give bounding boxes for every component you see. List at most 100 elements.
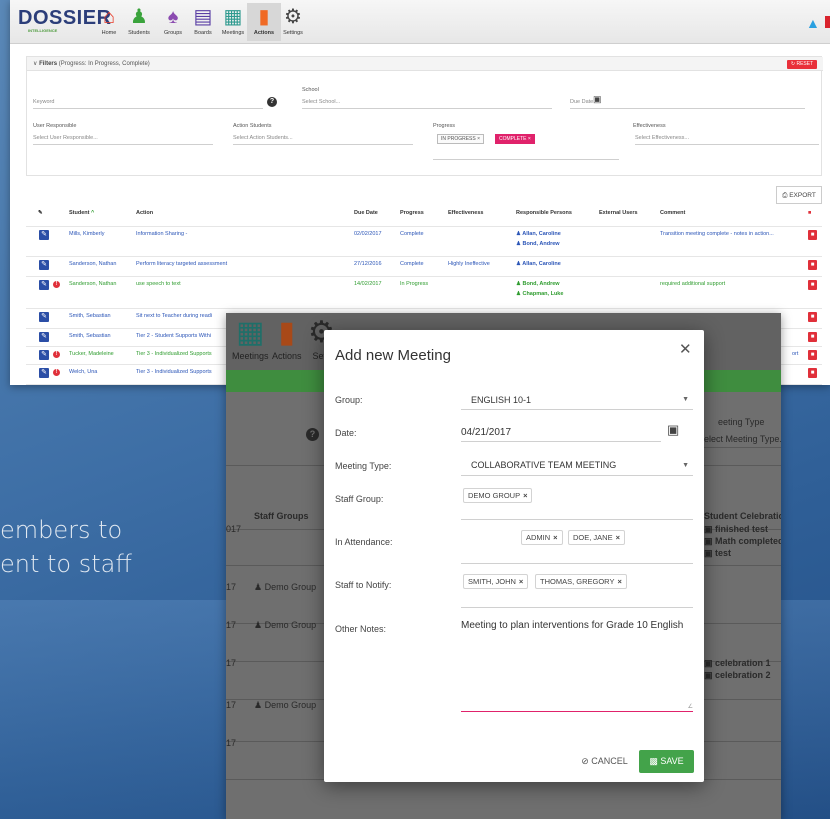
nav-groups[interactable]: ♠ Groups: [156, 6, 190, 36]
school-select[interactable]: Select School...: [302, 97, 552, 109]
bell-icon[interactable]: ▲: [806, 15, 820, 31]
notify-chip-thomas[interactable]: THOMAS, GREGORY ×: [535, 574, 627, 589]
user-responsible-select[interactable]: Select User Responsible...: [33, 133, 213, 145]
meeting-row-date: 17: [226, 658, 237, 668]
nav-students[interactable]: ♟ Students: [122, 6, 156, 36]
row-student[interactable]: Sanderson, Nathan: [69, 281, 116, 287]
calendar-icon[interactable]: ▣: [593, 94, 602, 105]
reset-button[interactable]: ↻ RESET: [787, 60, 817, 69]
cancel-button[interactable]: ⊘ CANCEL: [573, 750, 636, 773]
row-student[interactable]: Smith, Sebastian: [69, 333, 111, 339]
actions-icon: ▮: [278, 316, 296, 349]
col-staff-groups[interactable]: Staff Groups: [254, 511, 309, 521]
celebration-item: ▣ finished test: [704, 524, 768, 535]
col-student-celebration[interactable]: Student Celebratio: [704, 511, 781, 521]
delete-icon[interactable]: ■: [808, 260, 817, 270]
help-icon[interactable]: ?: [267, 97, 277, 107]
row-action[interactable]: Tier 2 - Student Supports Withi: [136, 333, 211, 339]
export-button[interactable]: ⎙ EXPORT: [776, 186, 822, 204]
school-label: School: [302, 87, 319, 93]
nav-meetings[interactable]: ▦ Meetings: [216, 6, 250, 36]
progress-chip-in-progress[interactable]: IN PROGRESS ×: [437, 134, 485, 144]
background-caption-line2: ent to staff: [0, 550, 132, 578]
col-action[interactable]: Action: [136, 210, 153, 216]
w2-nav-meetings[interactable]: ▦ Meetings: [232, 317, 269, 362]
sort-up-icon: ^: [91, 210, 95, 216]
notes-textarea[interactable]: Meeting to plan interventions for Grade …: [461, 620, 693, 712]
row-student[interactable]: Mills, Kimberly: [69, 231, 104, 237]
row-action[interactable]: Perform literacy targeted assessment: [136, 261, 227, 267]
row-responsible-2: ♟ Bond, Andrew: [516, 241, 560, 247]
chevron-down-icon: ∨: [33, 61, 38, 67]
nav-settings[interactable]: ⚙ Settings: [276, 6, 310, 36]
delete-icon[interactable]: ■: [808, 368, 817, 378]
edit-icon[interactable]: ✎: [39, 350, 49, 360]
row-student[interactable]: Smith, Sebastian: [69, 313, 111, 319]
nav-home[interactable]: ⌂ Home: [92, 6, 126, 36]
edit-icon[interactable]: ✎: [39, 230, 49, 240]
help-icon[interactable]: ?: [306, 428, 319, 441]
delete-icon[interactable]: ■: [808, 332, 817, 342]
remove-icon[interactable]: ×: [617, 577, 621, 586]
action-students-select[interactable]: Select Action Students...: [233, 133, 413, 145]
row-action[interactable]: use speech to text: [136, 281, 181, 287]
remove-icon[interactable]: ×: [616, 533, 620, 542]
attendance-field[interactable]: ADMIN × DOE, JANE ×: [461, 526, 693, 564]
staff-group-chip[interactable]: DEMO GROUP ×: [463, 488, 533, 503]
meeting-row-date: 17: [226, 620, 237, 630]
filters-title[interactable]: ∨ Filters (Progress: In Progress, Comple…: [33, 60, 150, 67]
col-due-date[interactable]: Due Date: [354, 210, 378, 216]
export-label: EXPORT: [789, 192, 816, 199]
edit-icon[interactable]: ✎: [39, 368, 49, 378]
col-effectiveness[interactable]: Effectiveness: [448, 210, 483, 216]
row-progress: In Progress: [400, 281, 429, 287]
pdf-icon[interactable]: [825, 16, 830, 28]
edit-icon[interactable]: ✎: [39, 280, 49, 290]
trash-icon: ■: [808, 210, 812, 216]
row-action[interactable]: Information Sharing -: [136, 231, 187, 237]
row-responsible-1: ♟ Bond, Andrew: [516, 281, 560, 287]
delete-icon[interactable]: ■: [808, 230, 817, 240]
close-icon[interactable]: ✕: [679, 340, 692, 358]
date-label: Date:: [335, 428, 357, 438]
date-input[interactable]: 04/21/2017: [461, 422, 661, 442]
meeting-row-group: ♟ Demo Group: [254, 700, 316, 711]
delete-icon[interactable]: ■: [808, 280, 817, 290]
filters-header[interactable]: ∨ Filters (Progress: In Progress, Comple…: [27, 57, 823, 71]
row-action[interactable]: Tier 3 - Individualized Supports: [136, 351, 212, 357]
remove-icon[interactable]: ×: [523, 491, 527, 500]
effectiveness-select[interactable]: Select Effectiveness...: [635, 133, 819, 145]
progress-chip-complete[interactable]: COMPLETE ×: [495, 134, 535, 144]
remove-icon[interactable]: ×: [553, 533, 557, 542]
col-student[interactable]: Student ^: [69, 210, 94, 216]
staff-group-field[interactable]: DEMO GROUP ×: [461, 485, 693, 520]
row-action[interactable]: Tier 3 - Individualized Supports: [136, 369, 212, 375]
notify-field[interactable]: SMITH, JOHN × THOMAS, GREGORY ×: [461, 570, 693, 608]
delete-icon[interactable]: ■: [808, 312, 817, 322]
meeting-row-group-text: Demo Group: [264, 582, 317, 592]
edit-icon[interactable]: ✎: [39, 312, 49, 322]
w2-nav-actions[interactable]: ▮ Actions: [272, 316, 302, 362]
attendance-chip-doe[interactable]: DOE, JANE ×: [568, 530, 625, 545]
resize-handle-icon[interactable]: ∠: [688, 703, 693, 710]
edit-icon[interactable]: ✎: [39, 332, 49, 342]
col-comment[interactable]: Comment: [660, 210, 685, 216]
keyword-input[interactable]: Keyword: [33, 97, 263, 109]
remove-icon[interactable]: ×: [519, 577, 523, 586]
meeting-type-select[interactable]: elect Meeting Type...: [704, 434, 781, 444]
row-student[interactable]: Tucker, Madeleine: [69, 351, 114, 357]
attendance-chip-admin[interactable]: ADMIN ×: [521, 530, 563, 545]
due-date-input[interactable]: Due Date: [570, 97, 805, 109]
save-button[interactable]: ▩ SAVE: [639, 750, 694, 773]
row-student[interactable]: Sanderson, Nathan: [69, 261, 116, 267]
row-action[interactable]: Sit next to Teacher during readi: [136, 313, 212, 319]
row-student[interactable]: Welch, Una: [69, 369, 97, 375]
calendar-icon[interactable]: ▣: [667, 422, 679, 438]
delete-icon[interactable]: ■: [808, 350, 817, 360]
group-select[interactable]: ENGLISH 10-1 ▼: [461, 388, 693, 410]
col-progress[interactable]: Progress: [400, 210, 424, 216]
edit-icon[interactable]: ✎: [39, 260, 49, 270]
meeting-type-select[interactable]: COLLABORATIVE TEAM MEETING ▼: [461, 454, 693, 476]
nav-boards[interactable]: ▤ Boards: [186, 6, 220, 36]
notify-chip-smith[interactable]: SMITH, JOHN ×: [463, 574, 529, 589]
